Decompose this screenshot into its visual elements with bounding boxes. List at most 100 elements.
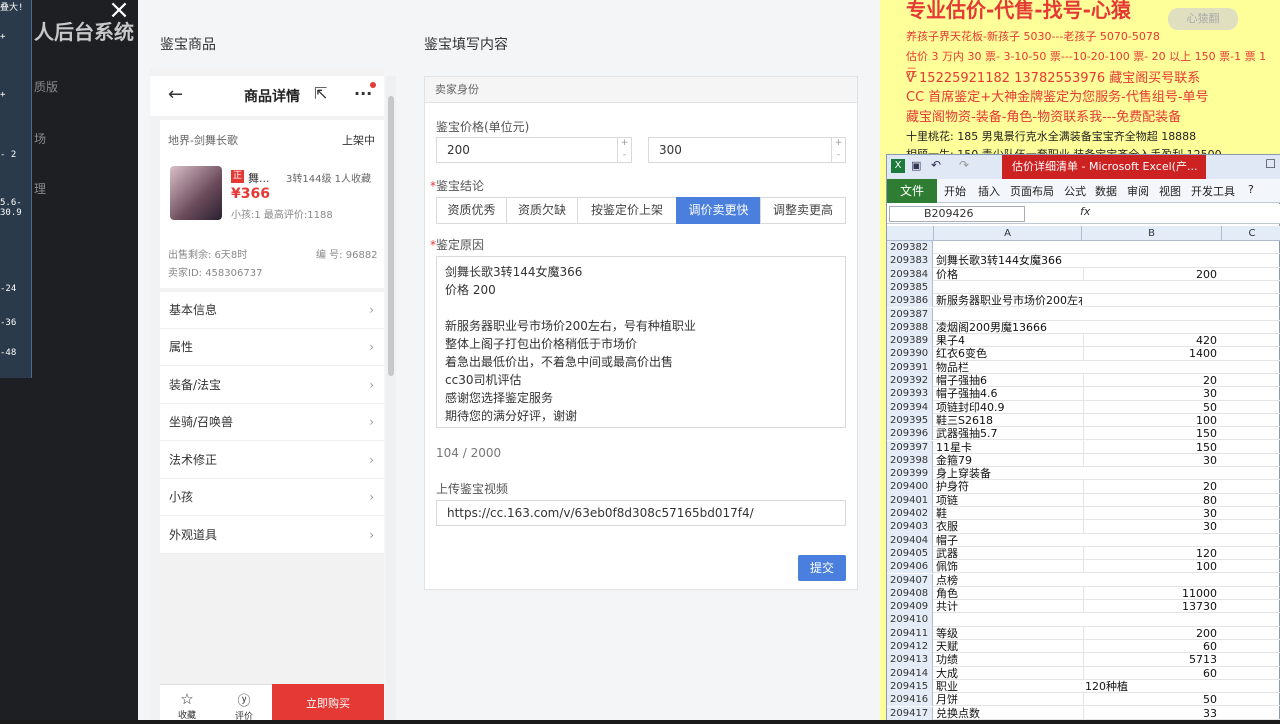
phone-scrollbar[interactable] [386, 76, 396, 720]
row-number[interactable]: 209404 [887, 533, 933, 547]
cell-b[interactable]: 50 [1083, 693, 1221, 707]
row-number[interactable]: 209388 [887, 320, 933, 335]
row-number[interactable]: 209386 [887, 294, 933, 308]
table-row[interactable]: 209410 [887, 613, 1280, 627]
row-number[interactable]: 209397 [887, 440, 933, 454]
row-number[interactable]: 209417 [887, 706, 933, 720]
table-row[interactable]: 209417 兑换点数 33 [887, 706, 1280, 720]
cell-b[interactable]: 420 [1083, 334, 1221, 348]
table-row[interactable]: 209403 衣服 30 [887, 520, 1280, 534]
menu-item-attributes[interactable]: 属性 › [160, 329, 384, 366]
plus-icon[interactable]: + [832, 137, 845, 149]
row-number[interactable]: 209410 [887, 613, 933, 627]
cell-a[interactable]: 护身符 [936, 480, 1082, 493]
cell-a[interactable]: 月饼 [936, 693, 1082, 706]
price-min-stepper[interactable]: + - [617, 137, 631, 163]
cell-a[interactable]: 武器强抽5.7 [936, 427, 1082, 440]
table-row[interactable]: 209407 点榜 [887, 573, 1280, 587]
table-row[interactable]: 209395 鞋三S2618 100 [887, 413, 1280, 428]
table-row[interactable]: 209384 价格 200 [887, 267, 1280, 281]
cell-a[interactable]: 衣服 [936, 520, 1082, 533]
table-row[interactable]: 209382 [887, 241, 1280, 255]
table-row[interactable]: 209396 武器强抽5.7 150 [887, 427, 1280, 441]
table-row[interactable]: 209397 11星卡 150 [887, 440, 1280, 454]
table-row[interactable]: 209411 等级 200 [887, 626, 1280, 640]
cell-b[interactable]: 200 [1083, 626, 1221, 640]
table-row[interactable]: 209409 共计 13730 [887, 600, 1280, 614]
conclusion-option[interactable]: 按鉴定价上架 [577, 197, 677, 224]
scrollbar-thumb[interactable] [388, 96, 394, 376]
row-number[interactable]: 209391 [887, 360, 933, 374]
row-number[interactable]: 209384 [887, 267, 933, 281]
conclusion-option[interactable]: 资质欠缺 [506, 197, 578, 224]
select-all-corner[interactable] [887, 226, 934, 241]
ribbon-tab[interactable]: 开发工具 [1191, 183, 1235, 199]
cell-a[interactable]: 项链 [936, 494, 1082, 507]
row-number[interactable]: 209407 [887, 573, 933, 587]
cell-a[interactable]: 兑换点数 [936, 707, 1082, 720]
spreadsheet-grid[interactable]: 209382 209383 剑舞长歌3转144女魔366 209384 价格 200 209… [887, 241, 1280, 720]
table-row[interactable]: 209388 凌烟阁200男魔13666 [887, 320, 1280, 335]
reason-textarea[interactable]: 剑舞长歌3转144女魔366 价格 200 新服务器职业号市场价200左右，号有… [436, 256, 846, 428]
cell-a[interactable]: 帽子强抽4.6 [936, 387, 1082, 400]
cell-b[interactable]: 120 [1083, 546, 1221, 560]
menu-item-mounts[interactable]: 坐骑/召唤兽 › [160, 404, 384, 441]
more-icon[interactable]: ··· [354, 84, 372, 103]
row-number[interactable]: 209415 [887, 679, 933, 694]
cell-b[interactable]: 20 [1083, 480, 1221, 494]
table-row[interactable]: 209414 大成 60 [887, 666, 1280, 680]
help-icon[interactable]: ? [1248, 183, 1254, 196]
menu-item-basic-info[interactable]: 基本信息 › [160, 292, 384, 329]
cell-a[interactable]: 剑舞长歌3转144女魔366 [936, 254, 1082, 267]
table-row[interactable]: 209401 项链 80 [887, 493, 1280, 507]
row-number[interactable]: 209396 [887, 427, 933, 441]
row-number[interactable]: 209412 [887, 640, 933, 654]
favorite-button[interactable]: ☆ 收藏 [172, 690, 202, 721]
table-row[interactable]: 209412 天赋 60 [887, 640, 1280, 654]
maximize-icon[interactable]: ☐ [1265, 157, 1276, 171]
table-row[interactable]: 209415 职业 120种植 [887, 679, 1280, 694]
cell-a[interactable]: 凌烟阁200男魔13666 [936, 321, 1082, 334]
table-row[interactable]: 209400 护身符 20 [887, 480, 1280, 494]
price-max-input[interactable]: 300 [648, 137, 846, 163]
table-row[interactable]: 209399 身上穿装备 [887, 467, 1280, 481]
cell-a[interactable]: 佩饰 [936, 560, 1082, 573]
cell-a[interactable]: 职业 [936, 680, 1082, 693]
column-header-a[interactable]: A [934, 226, 1082, 241]
cell-a[interactable]: 果子4 [936, 334, 1082, 347]
cell-a[interactable]: 价格 [936, 268, 1082, 281]
cell-b[interactable]: 60 [1083, 666, 1221, 680]
cell-a[interactable]: 鞋 [936, 507, 1082, 520]
ribbon-tab[interactable]: 审阅 [1127, 183, 1149, 199]
function-icon[interactable]: fx [1080, 205, 1090, 218]
table-row[interactable]: 209406 佩饰 100 [887, 560, 1280, 574]
cell-b[interactable]: 50 [1083, 400, 1221, 414]
row-number[interactable]: 209399 [887, 467, 933, 481]
row-number[interactable]: 209416 [887, 693, 933, 707]
table-row[interactable]: 209383 剑舞长歌3转144女魔366 [887, 254, 1280, 268]
cell-a[interactable]: 项链封印40.9 [936, 401, 1082, 414]
column-header-b[interactable]: B [1082, 226, 1222, 241]
evaluate-button[interactable]: ⓨ 评价 [226, 690, 262, 722]
ribbon-tab[interactable]: 页面布局 [1010, 183, 1054, 199]
conclusion-option[interactable]: 调整卖更高 [760, 197, 846, 224]
menu-item-appearance[interactable]: 外观道具 › [160, 517, 384, 554]
row-number[interactable]: 209383 [887, 254, 933, 268]
conclusion-option-selected[interactable]: 调价卖更快 [676, 197, 761, 224]
row-number[interactable]: 209394 [887, 400, 933, 414]
row-number[interactable]: 209382 [887, 241, 933, 255]
cell-b[interactable]: 150 [1083, 440, 1221, 454]
excel-file-tab[interactable]: 文件 [887, 179, 937, 203]
cell-a[interactable]: 大成 [936, 667, 1082, 680]
cell-a[interactable]: 金箍79 [936, 454, 1082, 467]
cell-a[interactable]: 帽子强抽6 [936, 374, 1082, 387]
cell-a[interactable]: 物品栏 [936, 361, 1082, 374]
row-number[interactable]: 209406 [887, 560, 933, 574]
ribbon-tab[interactable]: 开始 [944, 183, 966, 199]
row-number[interactable]: 209413 [887, 653, 933, 667]
row-number[interactable]: 209385 [887, 280, 933, 295]
table-row[interactable]: 209404 帽子 [887, 533, 1280, 547]
price-max-stepper[interactable]: + - [831, 137, 845, 163]
table-row[interactable]: 209391 物品栏 [887, 360, 1280, 374]
cell-b[interactable]: 5713 [1083, 653, 1221, 667]
